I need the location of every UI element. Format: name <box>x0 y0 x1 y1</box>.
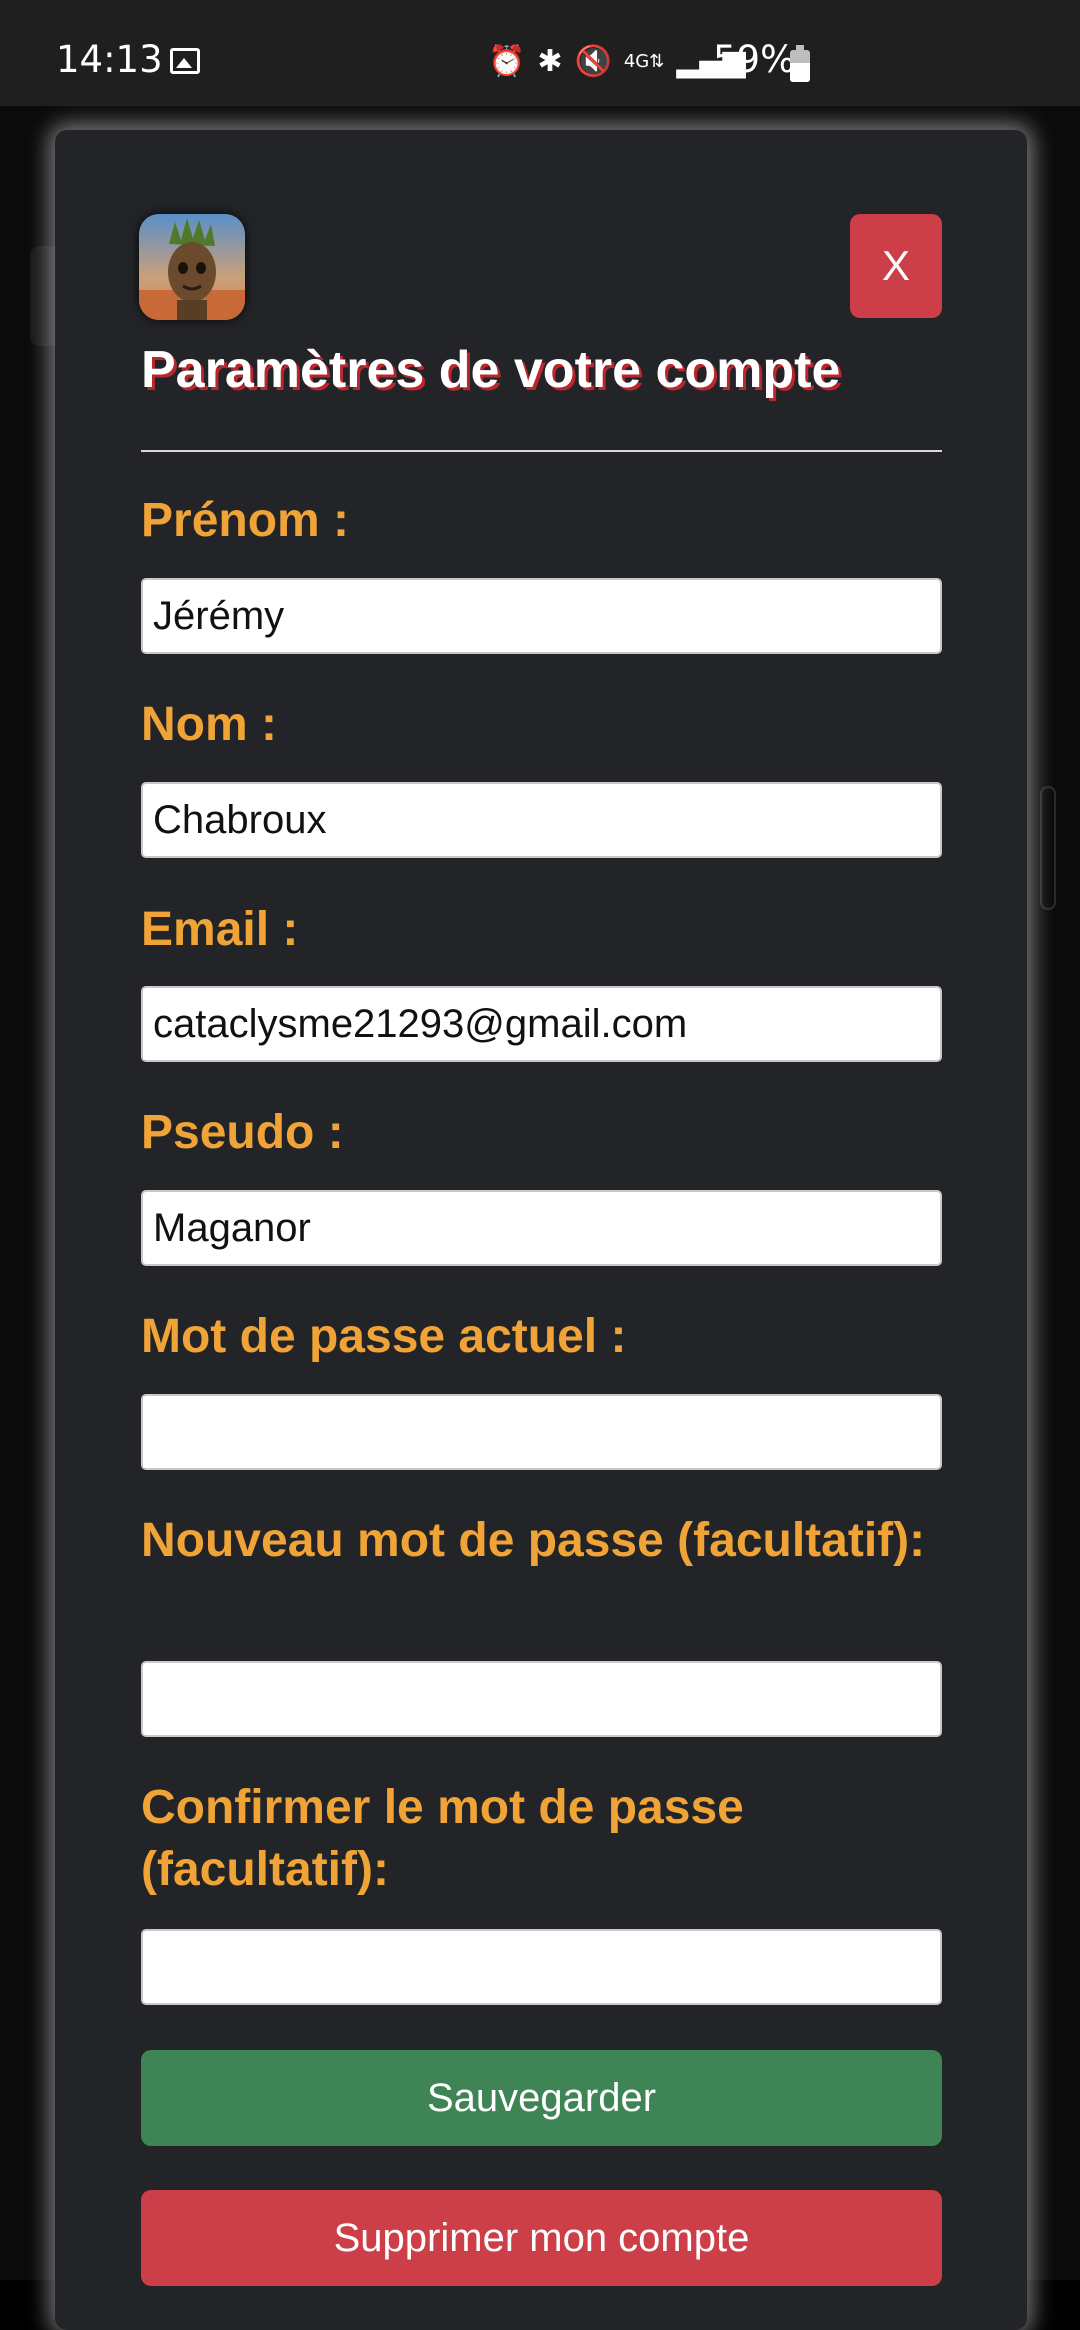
page-title: Paramètres de votre compte <box>141 341 841 399</box>
confirm-password-label: Confirmer le mot de passe (facultatif): <box>141 1781 744 1896</box>
current-password-label: Mot de passe actuel : <box>141 1310 627 1363</box>
4g-icon: 4G⇅ <box>623 51 665 72</box>
divider <box>141 450 942 452</box>
email-label: Email : <box>141 903 299 956</box>
account-settings-modal: X Paramètres de votre compte Prénom : No… <box>55 130 1027 2330</box>
new-password-label: Nouveau mot de passe (facultatif): <box>141 1514 926 1567</box>
close-button[interactable]: X <box>850 214 942 318</box>
background-card-edge <box>1040 786 1056 910</box>
battery-percentage: 59% <box>713 38 796 81</box>
pseudo-field[interactable] <box>141 1190 942 1266</box>
current-password-field[interactable] <box>141 1394 942 1470</box>
nom-label: Nom : <box>141 698 277 751</box>
status-time: 14:13 <box>56 38 163 81</box>
pseudo-label: Pseudo : <box>141 1106 344 1159</box>
groot-avatar-icon <box>139 214 245 320</box>
prenom-field[interactable] <box>141 578 942 654</box>
prenom-label: Prénom : <box>141 494 350 547</box>
status-bar: 14:13 ⏰ ✱ 🔇 4G⇅ ▂▄▆ 59% <box>0 0 1080 106</box>
delete-account-button[interactable]: Supprimer mon compte <box>141 2190 942 2286</box>
alarm-icon: ⏰ <box>488 44 526 79</box>
bluetooth-icon: ✱ <box>537 44 563 79</box>
gallery-icon <box>170 48 200 74</box>
app-logo <box>139 214 245 320</box>
mute-icon: 🔇 <box>574 44 612 79</box>
battery-icon <box>790 45 810 82</box>
save-button[interactable]: Sauvegarder <box>141 2050 942 2146</box>
email-field[interactable] <box>141 986 942 1062</box>
confirm-password-field[interactable] <box>141 1929 942 2005</box>
status-icons: ⏰ ✱ 🔇 4G⇅ ▂▄▆ <box>488 42 746 82</box>
new-password-field[interactable] <box>141 1661 942 1737</box>
nom-field[interactable] <box>141 782 942 858</box>
